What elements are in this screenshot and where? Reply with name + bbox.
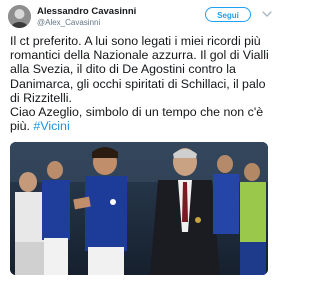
display-name[interactable]: Alessandro Cavasinni (37, 6, 136, 17)
avatar[interactable] (8, 5, 31, 28)
chevron-down-icon[interactable] (262, 10, 272, 18)
tweet-photo[interactable] (10, 142, 268, 275)
user-handle[interactable]: @Alex_Cavasinni (37, 18, 100, 27)
tweet-paragraph: Il ct preferito. A lui sono legati i mie… (10, 34, 269, 105)
avatar-image (8, 5, 31, 28)
tweet-text: Il ct preferito. A lui sono legati i mie… (10, 34, 278, 133)
photo-image (10, 142, 268, 275)
tweet-card: Alessandro Cavasinni @Alex_Cavasinni Seg… (0, 0, 284, 281)
tweet-paragraph: Ciao Azeglio, simbolo di un tempo che no… (10, 105, 278, 133)
follow-button[interactable]: Segui (205, 7, 251, 22)
hashtag-link[interactable]: #Vicini (33, 119, 69, 133)
